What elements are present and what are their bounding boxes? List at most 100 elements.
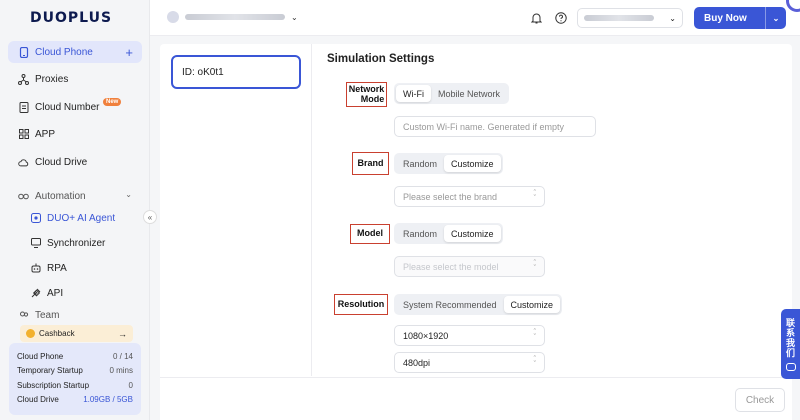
sidebar-item-ai-agent[interactable]: DUO+ AI Agent [8, 207, 142, 229]
usage-label: Cloud Drive [17, 395, 59, 405]
chevron-down-icon: ⌄ [125, 190, 132, 199]
sidebar-item-label: Synchronizer [47, 237, 106, 249]
cashback-label: Cashback [39, 329, 75, 338]
usage-row: Temporary Startup 0 mins [17, 364, 133, 379]
option-random[interactable]: Random [396, 225, 444, 242]
brand-segmented: Random Customize [394, 153, 503, 174]
help-icon[interactable] [554, 11, 567, 24]
updown-chevron-icon: ˆˇ [533, 356, 536, 368]
updown-chevron-icon: ˆˇ [533, 260, 536, 272]
phone-icon [18, 46, 29, 58]
sidebar-item-api[interactable]: API [8, 282, 142, 304]
dpi-select[interactable]: 480dpi ˆˇ [394, 352, 545, 373]
team-switcher[interactable]: ⌄ [167, 11, 298, 23]
buy-now-button[interactable]: Buy Now ⌄ [694, 7, 786, 29]
usage-value: 0 mins [109, 366, 133, 376]
brand-select[interactable]: Please select the brand ˆˇ [394, 186, 545, 207]
cloud-icon [18, 157, 29, 168]
contact-char: 们 [785, 347, 795, 358]
usage-row: Cloud Phone 0 / 14 [17, 349, 133, 364]
ai-agent-icon [30, 213, 41, 224]
brand-select-placeholder: Please select the brand [403, 191, 498, 202]
redacted-team-name [185, 14, 285, 20]
page-title: Simulation Settings [327, 53, 435, 65]
automation-icon [18, 191, 29, 202]
sidebar-section-automation[interactable]: Automation ⌄ [8, 185, 142, 207]
resolution-size-select[interactable]: 1080×1920 ˆˇ [394, 325, 545, 346]
sidebar-section-label: Team [35, 310, 60, 321]
sidebar-item-label: DUO+ AI Agent [47, 212, 116, 224]
check-button[interactable]: Check [735, 388, 785, 412]
sidebar-item-rpa[interactable]: RPA [8, 257, 142, 279]
updown-chevron-icon: ˆˇ [533, 190, 536, 202]
collapse-sidebar-button[interactable]: « [143, 210, 157, 224]
option-customize[interactable]: Customize [503, 296, 561, 313]
option-mobile-network[interactable]: Mobile Network [431, 85, 507, 102]
new-badge: New [103, 98, 122, 106]
wifi-name-input[interactable]: Custom Wi-Fi name. Generated if empty [394, 116, 596, 137]
usage-value: 0 [128, 380, 133, 390]
model-select[interactable]: Please select the model ˆˇ [394, 256, 545, 277]
synchronizer-icon [30, 238, 41, 249]
arrow-right-icon: → [118, 328, 127, 339]
chevron-down-icon: ⌄ [291, 12, 298, 22]
usage-label: Temporary Startup [17, 366, 83, 376]
top-header: ⌄ ⌄ Buy Now ⌄ [150, 0, 800, 36]
option-customize[interactable]: Customize [444, 225, 501, 242]
main-card: ID: oK0t1 Simulation Settings Network Mo… [160, 44, 792, 420]
usage-value: 1.09GB / 5GB [83, 395, 133, 405]
network-mode-segmented: Wi-Fi Mobile Network [394, 83, 510, 104]
team-avatar [167, 11, 179, 23]
dpi-value: 480dpi [403, 357, 431, 368]
usage-label: Cloud Phone [17, 351, 64, 361]
buy-now-label: Buy Now [704, 12, 747, 24]
usage-panel: Cloud Phone 0 / 14 Temporary Startup 0 m… [9, 343, 141, 415]
team-icon [18, 310, 29, 321]
sidebar-section-label: Automation [35, 190, 86, 202]
option-customize[interactable]: Customize [444, 155, 501, 172]
brand-label: Brand [352, 152, 389, 175]
sidebar-item-cloud-number[interactable]: Cloud Number New [8, 96, 142, 118]
sidebar: DUOPLUS Cloud Phone + Proxies Cloud Numb… [0, 0, 150, 420]
model-segmented: Random Customize [394, 223, 503, 244]
option-system-recommended[interactable]: System Recommended [396, 296, 504, 313]
usage-row: Cloud Drive 1.09GB / 5GB [17, 393, 133, 408]
app-grid-icon [18, 129, 29, 140]
bell-icon[interactable] [530, 11, 543, 24]
user-menu[interactable]: ⌄ [577, 8, 683, 28]
brand-corner-icon [786, 0, 800, 12]
network-mode-label: Network Mode [346, 82, 387, 107]
sidebar-item-synchronizer[interactable]: Synchronizer [8, 232, 142, 254]
contact-us-tab[interactable]: 联 系 我 们 [781, 309, 800, 379]
sidebar-item-app[interactable]: APP [8, 123, 142, 145]
chevron-down-icon[interactable]: ⌄ [766, 14, 786, 23]
chat-icon [785, 362, 796, 371]
sidebar-item-label: Cloud Number [35, 101, 100, 113]
sidebar-item-cloud-phone[interactable]: Cloud Phone + [8, 41, 142, 63]
sidebar-section-team[interactable]: Team [8, 310, 142, 322]
cashback-banner[interactable]: Cashback → [20, 325, 133, 342]
option-random[interactable]: Random [396, 155, 444, 172]
redacted-user-name [584, 15, 654, 21]
resolution-segmented: System Recommended Customize [394, 294, 563, 315]
robot-icon [30, 263, 41, 274]
add-phone-icon[interactable]: + [125, 45, 133, 60]
sidebar-item-label: Cloud Phone [35, 46, 93, 58]
sidebar-item-label: API [47, 287, 64, 299]
sidebar-item-label: Cloud Drive [35, 156, 88, 168]
sidebar-item-label: APP [35, 128, 56, 140]
proxies-icon [18, 73, 29, 85]
sidebar-item-label: Proxies [35, 73, 69, 85]
card-footer: Check [160, 377, 792, 420]
sidebar-item-cloud-drive[interactable]: Cloud Drive [8, 151, 142, 173]
api-plug-icon [30, 288, 41, 299]
device-list: ID: oK0t1 [160, 44, 312, 376]
sidebar-item-label: RPA [47, 262, 67, 274]
usage-row: Subscription Startup 0 [17, 378, 133, 393]
device-id-card[interactable]: ID: oK0t1 [171, 55, 301, 89]
option-wifi[interactable]: Wi-Fi [396, 85, 431, 102]
chevron-down-icon: ⌄ [669, 13, 676, 23]
sidebar-item-proxies[interactable]: Proxies [8, 68, 142, 90]
resolution-label: Resolution [334, 294, 388, 315]
resolution-size-value: 1080×1920 [403, 330, 449, 341]
